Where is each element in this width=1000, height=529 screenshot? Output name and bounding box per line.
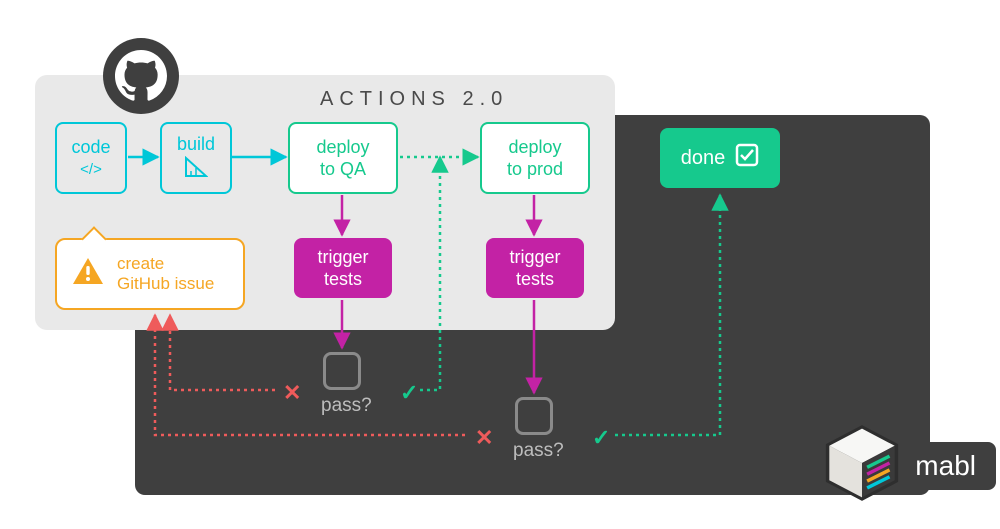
- decision-2: [515, 397, 553, 435]
- fail1-icon: ✕: [283, 380, 301, 406]
- code-icon: </>: [80, 161, 102, 180]
- done-check-icon: [735, 143, 759, 174]
- warning-icon: [71, 256, 105, 291]
- node-build: build: [160, 122, 232, 194]
- trigger1-line1: trigger: [317, 246, 368, 269]
- pass2-icon: ✓: [592, 425, 610, 451]
- deploy-qa-line2: to QA: [320, 158, 366, 181]
- node-code-label: code: [71, 136, 110, 159]
- node-trigger-1: trigger tests: [294, 238, 392, 298]
- mabl-brand: mabl: [819, 420, 996, 511]
- node-create-issue: create GitHub issue: [55, 238, 245, 310]
- pass2-label: pass?: [513, 440, 564, 462]
- done-label: done: [681, 146, 726, 171]
- node-deploy-qa: deploy to QA: [288, 122, 398, 194]
- fail2-icon: ✕: [475, 425, 493, 451]
- ruler-icon: [184, 156, 208, 184]
- mabl-cube-icon: [819, 420, 905, 511]
- deploy-prod-line1: deploy: [508, 136, 561, 159]
- node-done: done: [660, 128, 780, 188]
- node-code: code </>: [55, 122, 127, 194]
- node-trigger-2: trigger tests: [486, 238, 584, 298]
- decision-1: [323, 352, 361, 390]
- node-deploy-prod: deploy to prod: [480, 122, 590, 194]
- node-build-label: build: [177, 133, 215, 156]
- trigger2-line1: trigger: [509, 246, 560, 269]
- trigger2-line2: tests: [516, 268, 554, 291]
- actions-title: ACTIONS 2.0: [320, 88, 508, 111]
- issue-line2: GitHub issue: [117, 274, 214, 294]
- pass1-icon: ✓: [400, 380, 418, 406]
- deploy-prod-line2: to prod: [507, 158, 563, 181]
- github-icon: [103, 38, 179, 114]
- pass1-label: pass?: [321, 395, 372, 417]
- trigger1-line2: tests: [324, 268, 362, 291]
- deploy-qa-line1: deploy: [316, 136, 369, 159]
- issue-line1: create: [117, 254, 214, 274]
